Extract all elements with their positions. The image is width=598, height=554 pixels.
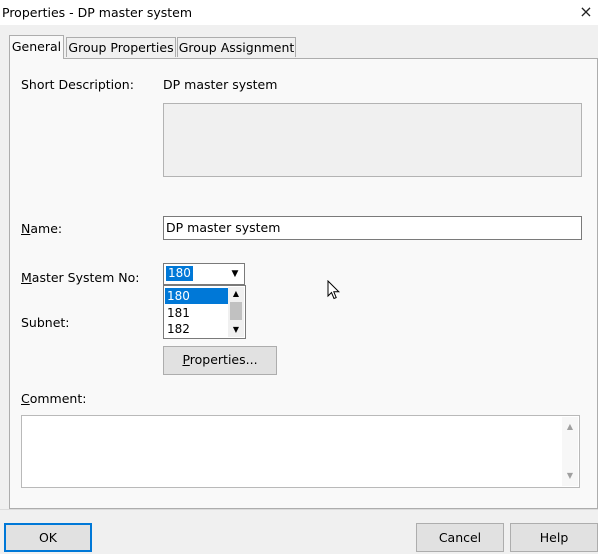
name-label: Name: [21, 221, 63, 236]
mouse-cursor-icon [327, 280, 341, 300]
scroll-up-icon[interactable]: ▲ [562, 419, 578, 435]
window-title: Properties - DP master system [2, 5, 193, 20]
comment-scrollbar[interactable]: ▲ ▼ [562, 417, 578, 486]
master-system-label: Master System No: [21, 270, 140, 285]
close-icon[interactable]: × [576, 1, 596, 23]
tab-general[interactable]: General [9, 35, 64, 59]
dropdown-scrollbar[interactable]: ▲ ▼ [228, 287, 244, 337]
master-system-combobox[interactable]: 180 ▼ [163, 263, 245, 285]
master-system-selected-value: 180 [166, 266, 193, 281]
comment-label: Comment: [21, 391, 87, 406]
comment-textarea[interactable]: ▲ ▼ [21, 415, 580, 488]
scroll-down-icon[interactable]: ▼ [228, 323, 244, 337]
name-input-value: DP master system [166, 220, 281, 235]
dropdown-option[interactable]: 180 [165, 288, 231, 304]
ok-button[interactable]: OK [4, 523, 92, 552]
name-input[interactable]: DP master system [163, 216, 582, 240]
dropdown-option[interactable]: 181 [165, 305, 231, 321]
help-button[interactable]: Help [510, 523, 598, 552]
chevron-down-icon[interactable]: ▼ [227, 265, 243, 283]
button-bar-divider [0, 509, 598, 510]
subnet-label: Subnet: [21, 315, 70, 330]
short-description-label: Short Description: [21, 77, 134, 92]
cancel-button[interactable]: Cancel [416, 523, 504, 552]
tab-group-properties[interactable]: Group Properties [66, 37, 176, 57]
scroll-up-icon[interactable]: ▲ [228, 287, 244, 301]
subnet-properties-button[interactable]: Properties... [163, 346, 277, 375]
short-description-value: DP master system [163, 77, 278, 92]
description-box [163, 103, 582, 177]
dropdown-option[interactable]: 182 [165, 321, 231, 337]
scroll-thumb[interactable] [230, 302, 242, 320]
master-system-dropdown-list: 180 181 182 ▲ ▼ [163, 285, 246, 339]
scroll-down-icon[interactable]: ▼ [562, 468, 578, 484]
tab-group-assignment[interactable]: Group Assignment [177, 37, 296, 57]
